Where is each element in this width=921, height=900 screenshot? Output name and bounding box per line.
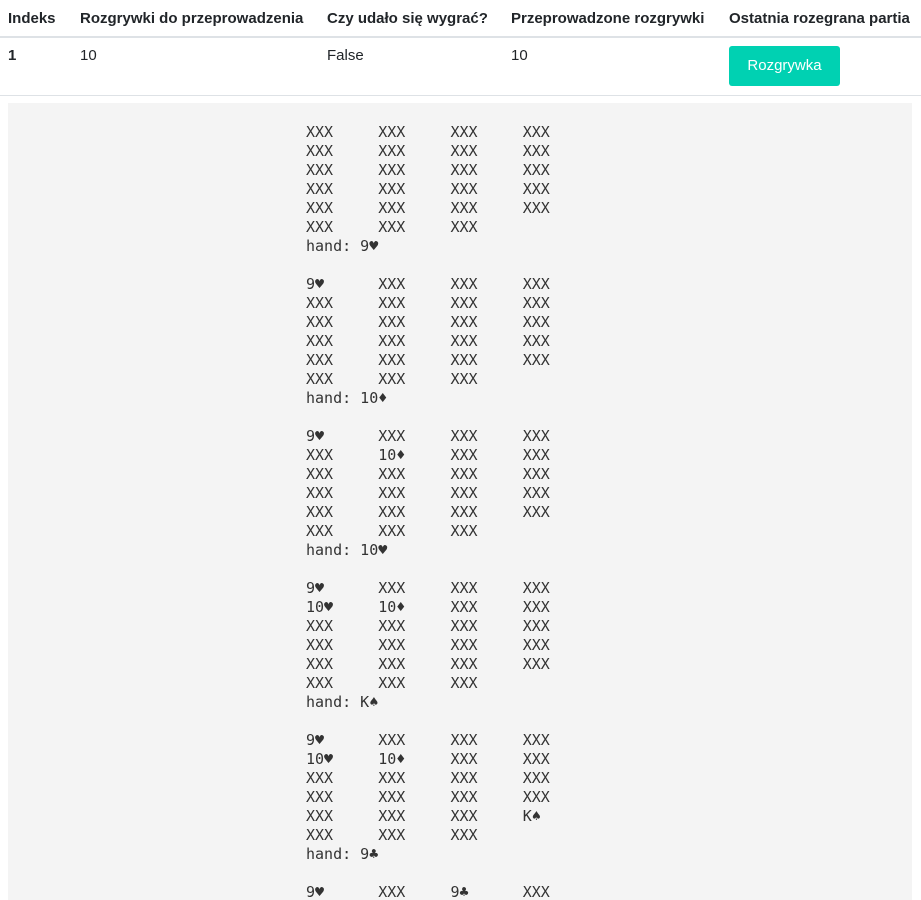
game-log-line: XXX XXX XXX XXX xyxy=(306,332,550,350)
game-log-line: XXX XXX XXX XXX xyxy=(306,636,550,654)
game-log-line: 10♥ 10♦ XXX XXX xyxy=(306,598,550,616)
game-log-line: XXX XXX XXX XXX xyxy=(306,655,550,673)
cell-games-to-run: 10 xyxy=(72,37,319,96)
game-log-line: XXX XXX XXX XXX xyxy=(306,351,550,369)
game-log-panel: XXX XXX XXX XXX XXX XXX XXX XXX XXX XXX … xyxy=(8,103,912,900)
header-index: Indeks xyxy=(0,0,72,38)
game-log-line: XXX XXX XXX XXX xyxy=(306,161,550,179)
game-button[interactable]: Rozgrywka xyxy=(729,46,840,86)
game-log-line: XXX XXX XXX XXX xyxy=(306,123,550,141)
game-log-line: 9♥ XXX 9♣ XXX xyxy=(306,883,550,900)
cell-games-run: 10 xyxy=(503,37,721,96)
game-log-line: hand: K♠ xyxy=(306,693,379,711)
game-log-line: XXX XXX XXX XXX xyxy=(306,484,550,502)
game-log-line: XXX XXX XXX xyxy=(306,826,478,844)
game-log-line: XXX XXX XXX XXX xyxy=(306,503,550,521)
game-log-line: XXX XXX XXX K♠ xyxy=(306,807,541,825)
game-log-line: hand: 10♦ xyxy=(306,389,388,407)
game-log-line: XXX XXX XXX XXX xyxy=(306,788,550,806)
game-log-line: XXX XXX XXX xyxy=(306,522,478,540)
game-log-line: XXX XXX XXX XXX xyxy=(306,180,550,198)
game-log-line: hand: 10♥ xyxy=(306,541,388,559)
game-log-line: XXX 10♦ XXX XXX xyxy=(306,446,550,464)
cell-last-game: Rozgrywka xyxy=(721,37,921,96)
game-log-line: XXX XXX XXX XXX xyxy=(306,465,550,483)
cell-won: False xyxy=(319,37,503,96)
game-log-line: XXX XXX XXX XXX xyxy=(306,294,550,312)
game-log-line: 9♥ XXX XXX XXX xyxy=(306,731,550,749)
game-log: XXX XXX XXX XXX XXX XXX XXX XXX XXX XXX … xyxy=(306,123,550,900)
game-log-line: 10♥ 10♦ XXX XXX xyxy=(306,750,550,768)
table-row: 1 10 False 10 Rozgrywka xyxy=(0,37,921,96)
header-games-to-run: Rozgrywki do przeprowadzenia xyxy=(72,0,319,38)
header-last-game: Ostatnia rozegrana partia xyxy=(721,0,921,38)
game-log-line: XXX XXX XXX XXX xyxy=(306,769,550,787)
game-log-line: XXX XXX XXX xyxy=(306,370,478,388)
game-log-line: XXX XXX XXX xyxy=(306,218,478,236)
cell-index: 1 xyxy=(0,37,72,96)
game-log-line: XXX XXX XXX XXX xyxy=(306,142,550,160)
table-header-row: Indeks Rozgrywki do przeprowadzenia Czy … xyxy=(0,0,921,38)
header-games-run: Przeprowadzone rozgrywki xyxy=(503,0,721,38)
game-log-line: 9♥ XXX XXX XXX xyxy=(306,427,550,445)
game-log-line: XXX XXX XXX XXX xyxy=(306,199,550,217)
game-log-line: 9♥ XXX XXX XXX xyxy=(306,275,550,293)
game-log-line: 9♥ XXX XXX XXX xyxy=(306,579,550,597)
results-table: Indeks Rozgrywki do przeprowadzenia Czy … xyxy=(0,0,921,96)
game-log-line: XXX XXX XXX XXX xyxy=(306,617,550,635)
game-log-line: hand: 9♥ xyxy=(306,237,379,255)
game-log-line: hand: 9♣ xyxy=(306,845,379,863)
game-log-line: XXX XXX XXX XXX xyxy=(306,313,550,331)
game-log-line: XXX XXX XXX xyxy=(306,674,478,692)
header-won: Czy udało się wygrać? xyxy=(319,0,503,38)
